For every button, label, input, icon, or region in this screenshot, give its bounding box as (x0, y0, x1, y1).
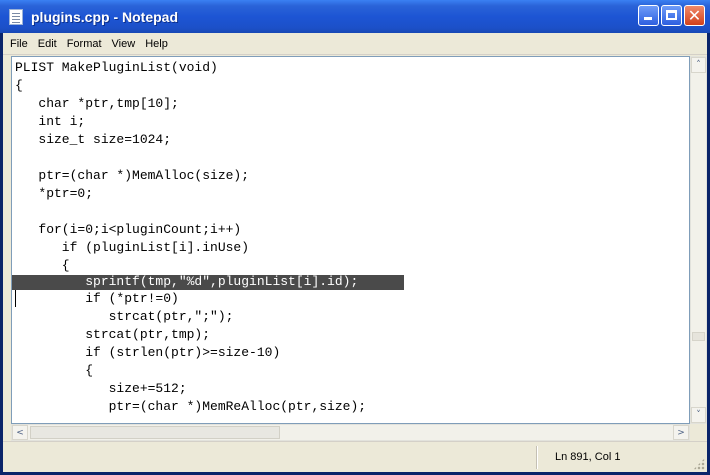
window-title: plugins.cpp - Notepad (31, 8, 178, 25)
title-bar[interactable]: plugins.cpp - Notepad ✕ (0, 0, 710, 33)
code-line: *ptr=0; (15, 186, 94, 201)
selected-code-line: sprintf(tmp,"%d",pluginList[i].id); (15, 274, 359, 289)
scroll-left-button[interactable]: < (12, 425, 28, 440)
code-line: strcat(ptr,";"); (15, 309, 234, 324)
code-line: { (15, 78, 23, 93)
minimize-icon (644, 17, 652, 20)
vertical-scrollbar[interactable]: ˄ ˅ (690, 56, 707, 424)
code-line: for(i=0;i<pluginCount;i++) (15, 222, 242, 237)
close-icon: ✕ (687, 6, 702, 25)
chevron-right-icon: > (677, 428, 685, 438)
menu-help[interactable]: Help (141, 38, 172, 50)
menu-bar: File Edit Format View Help (3, 33, 707, 55)
code-line: { (15, 363, 94, 378)
minimize-button[interactable] (638, 5, 659, 26)
code-line: if (*ptr!=0) (15, 291, 179, 306)
code-line: ptr=(char *)MemReAlloc(ptr,size); (15, 399, 367, 414)
notepad-window: plugins.cpp - Notepad ✕ File Edit Format… (0, 0, 710, 475)
chevron-left-icon: < (16, 428, 24, 438)
chevron-down-icon: ˅ (696, 410, 701, 420)
close-button[interactable]: ✕ (684, 5, 705, 26)
chevron-up-icon: ˄ (696, 60, 701, 70)
code-line: size+=512; (15, 381, 187, 396)
horizontal-scroll-thumb[interactable] (30, 426, 280, 439)
code-line: if (strlen(ptr)>=size-10) (15, 345, 281, 360)
code-line: ptr=(char *)MemAlloc(size); (15, 168, 250, 183)
window-controls: ✕ (638, 5, 705, 26)
vertical-scroll-thumb[interactable] (692, 332, 705, 341)
code-line: size_t size=1024; (15, 132, 172, 147)
text-caret (15, 290, 16, 307)
text-editor-area[interactable]: PLIST MakePluginList(void) { char *ptr,t… (11, 56, 690, 424)
maximize-icon (666, 10, 677, 20)
scroll-up-button[interactable]: ˄ (691, 57, 706, 73)
menu-view[interactable]: View (108, 38, 140, 50)
scroll-right-button[interactable]: > (673, 425, 689, 440)
code-line: strcat(ptr,tmp); (15, 327, 211, 342)
scroll-down-button[interactable]: ˅ (691, 407, 706, 423)
code-line: int i; (15, 114, 86, 129)
status-bar: Ln 891, Col 1 (3, 441, 707, 472)
horizontal-scrollbar[interactable]: < > (11, 424, 690, 441)
menu-file[interactable]: File (6, 38, 32, 50)
notepad-app-icon[interactable] (9, 8, 23, 25)
code-line: if (pluginList[i].inUse) (15, 240, 250, 255)
status-divider (536, 446, 537, 469)
menu-format[interactable]: Format (63, 38, 106, 50)
maximize-button[interactable] (661, 5, 682, 26)
resize-grip-icon[interactable] (693, 458, 705, 470)
cursor-position: Ln 891, Col 1 (555, 451, 621, 463)
code-line: PLIST MakePluginList(void) (15, 60, 218, 75)
scrollbar-corner (690, 424, 707, 441)
menu-edit[interactable]: Edit (34, 38, 61, 50)
code-line: char *ptr,tmp[10]; (15, 96, 179, 111)
